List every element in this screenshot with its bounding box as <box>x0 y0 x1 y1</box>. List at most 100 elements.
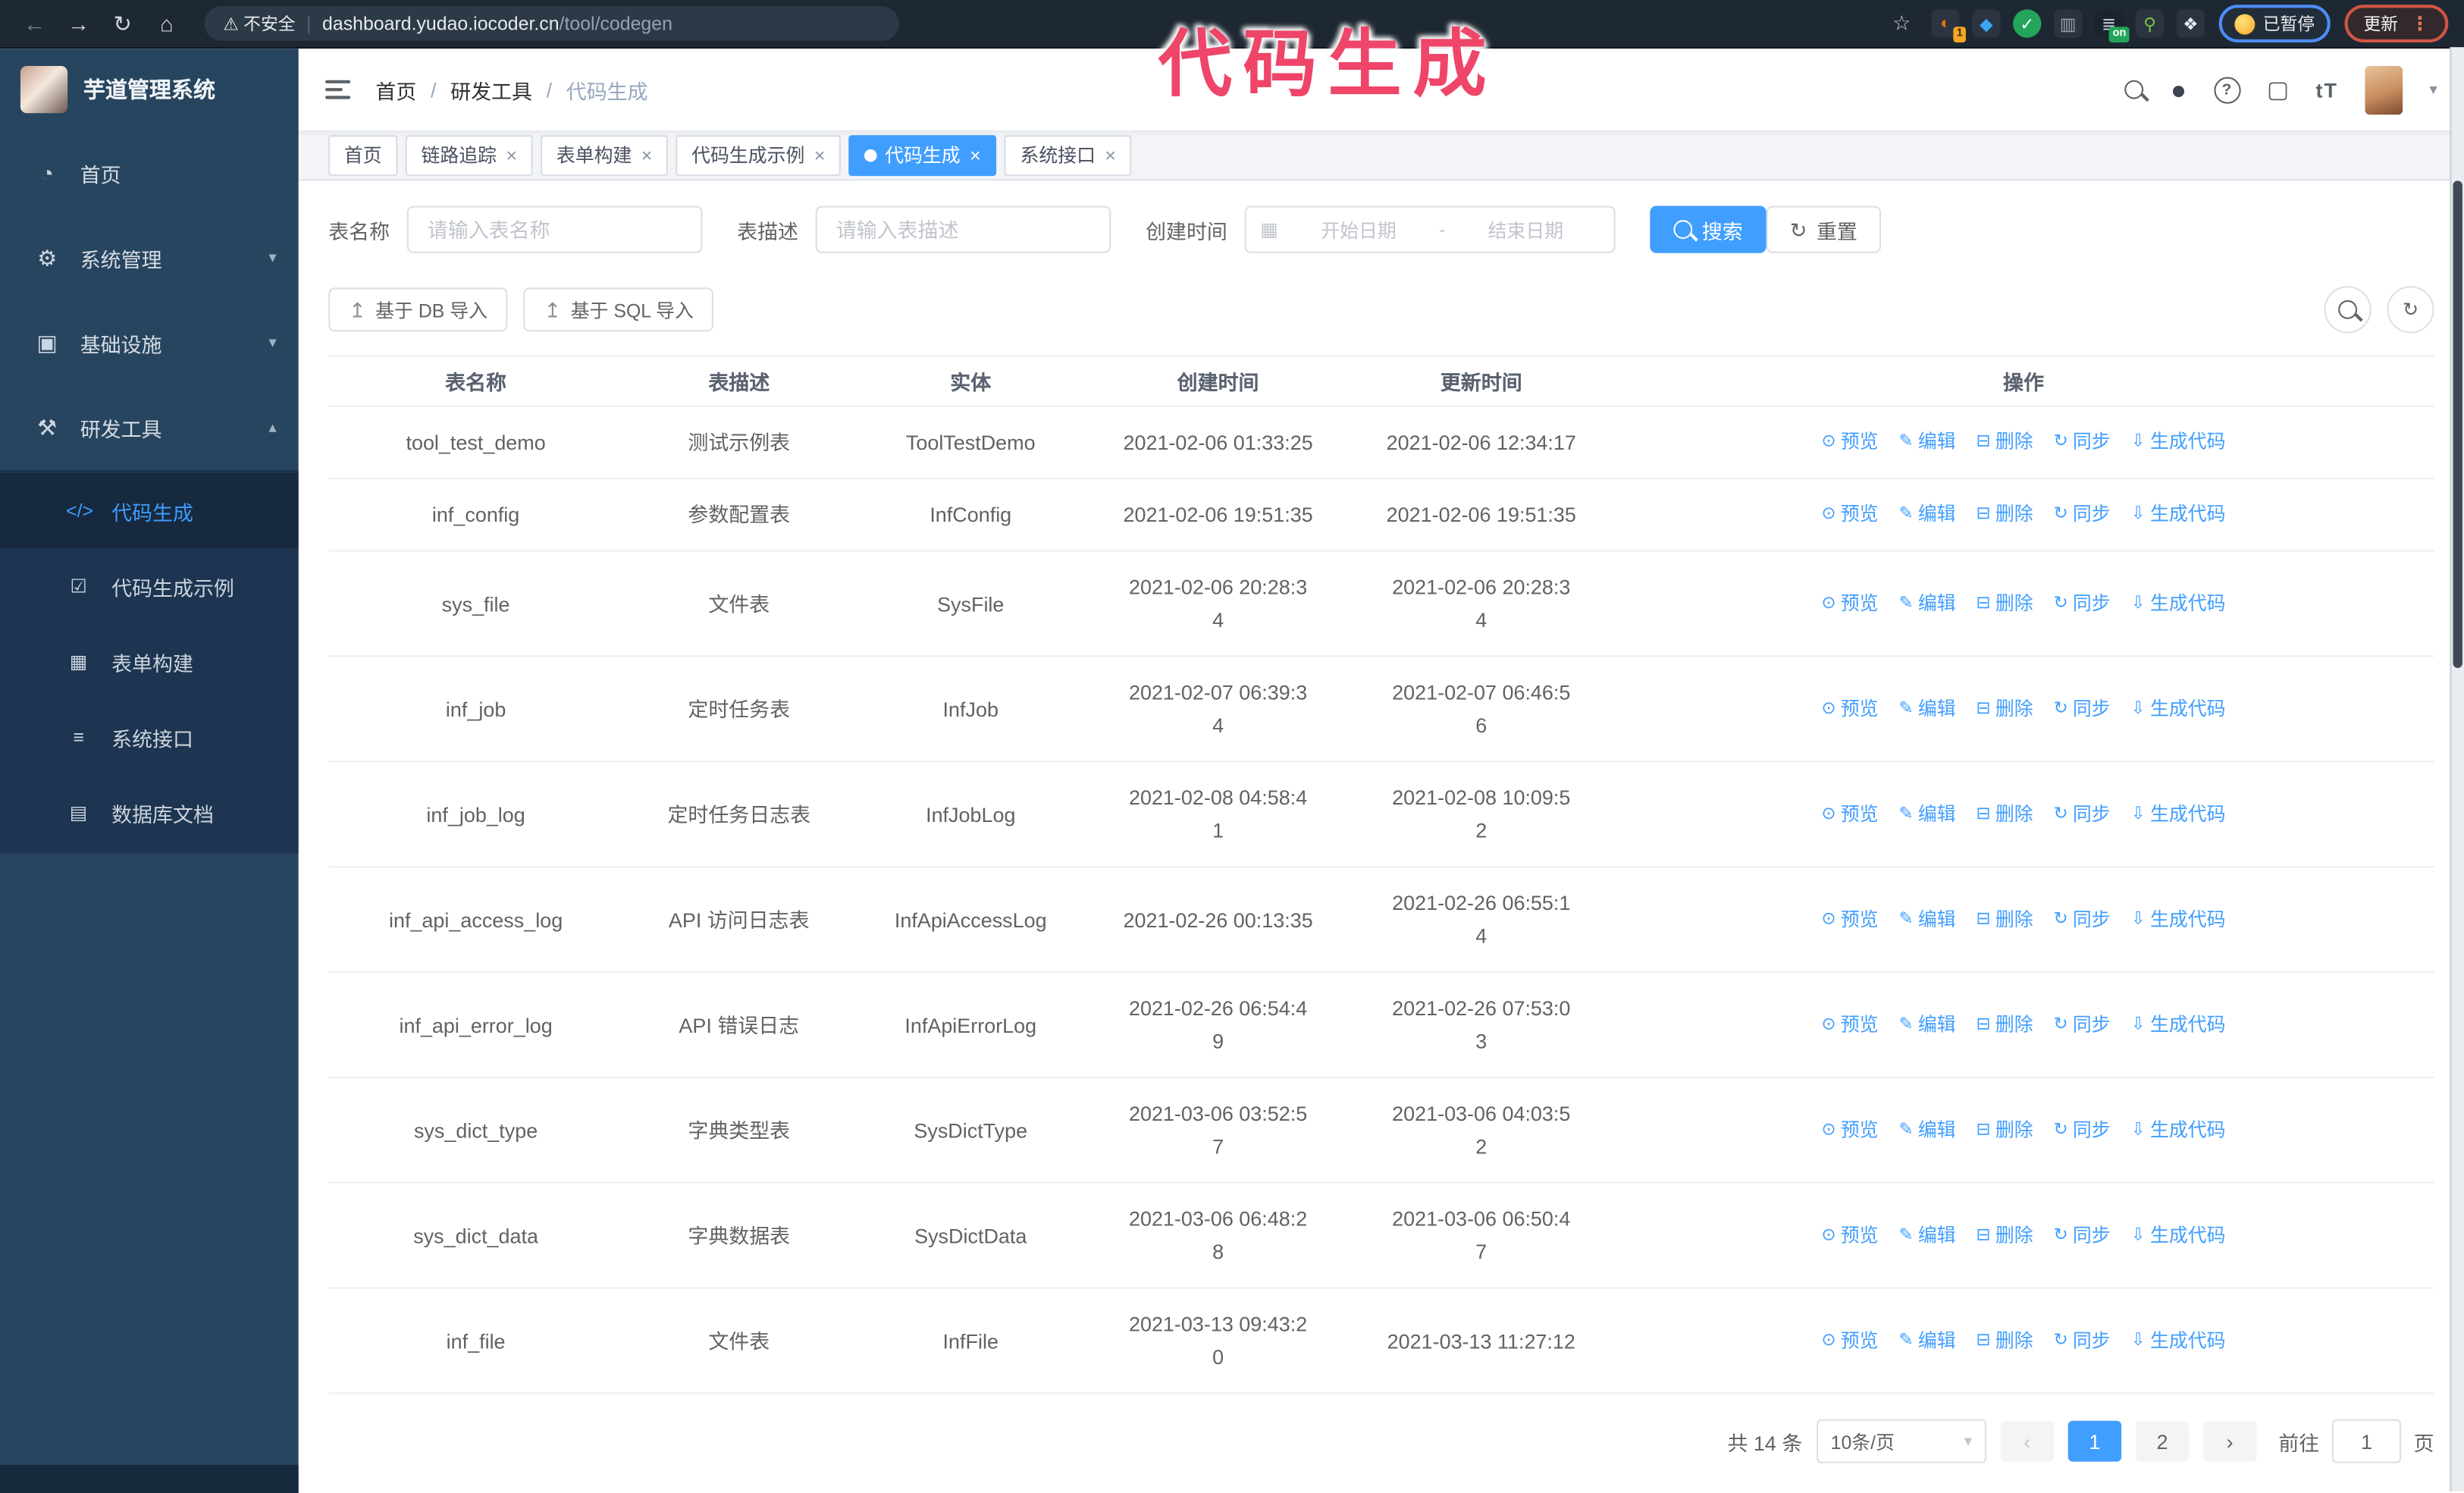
generate-code-link[interactable]: ⇩ 生成代码 <box>2131 903 2226 936</box>
user-avatar[interactable] <box>2365 65 2403 114</box>
generate-code-link[interactable]: ⇩ 生成代码 <box>2131 498 2226 532</box>
delete-link[interactable]: ⊟ 删除 <box>1977 1324 2033 1357</box>
generate-code-link[interactable]: ⇩ 生成代码 <box>2131 1219 2226 1252</box>
security-warning[interactable]: ⚠ 不安全 <box>223 11 295 36</box>
tab-system-api[interactable]: 系统接口 × <box>1004 134 1132 176</box>
delete-link[interactable]: ⊟ 删除 <box>1977 498 2033 532</box>
breadcrumb-devtools[interactable]: 研发工具 <box>450 74 532 104</box>
edit-link[interactable]: ✎ 编辑 <box>1899 903 1956 936</box>
dark-extension-icon[interactable]: ≣ on <box>2094 9 2130 42</box>
toggle-search-button[interactable] <box>2324 286 2372 334</box>
sidebar-collapse-bar[interactable] <box>0 1464 299 1493</box>
github-icon[interactable]: ● <box>2171 77 2187 103</box>
sidebar-item-home[interactable]: ◔ 首页 <box>0 130 299 215</box>
close-icon[interactable]: × <box>814 144 826 166</box>
close-icon[interactable]: × <box>1105 144 1116 166</box>
sidebar-subitem-system-api[interactable]: ≡ 系统接口 <box>0 699 299 774</box>
close-icon[interactable]: × <box>641 144 653 166</box>
preview-link[interactable]: ⊙ 预览 <box>1821 1114 1878 1147</box>
hamburger-icon[interactable] <box>325 80 351 99</box>
sync-link[interactable]: ↻ 同步 <box>2054 1324 2111 1357</box>
sidebar-item-infra[interactable]: ▣ 基础设施 ▾ <box>0 300 299 385</box>
address-bar[interactable]: ⚠ 不安全 | dashboard.yudao.iocoder.cn/tool/… <box>204 6 899 41</box>
sidebar-item-system[interactable]: ⚙ 系统管理 ▾ <box>0 215 299 300</box>
edit-link[interactable]: ✎ 编辑 <box>1899 587 1956 620</box>
table-desc-input[interactable] <box>815 205 1111 253</box>
sync-link[interactable]: ↻ 同步 <box>2054 498 2111 532</box>
browser-back-icon[interactable]: ← <box>16 0 54 47</box>
green-check-extension-icon[interactable]: ✓ <box>2013 9 2042 38</box>
puzzle-extension-icon[interactable]: ❖ <box>2176 9 2205 38</box>
profile-chip[interactable]: 已暂停 <box>2218 5 2331 42</box>
app-logo-row[interactable]: 芋道管理系统 <box>0 49 299 130</box>
sidebar-subitem-db-doc[interactable]: ▤ 数据库文档 <box>0 775 299 850</box>
edit-link[interactable]: ✎ 编辑 <box>1899 692 1956 726</box>
tab-form-build[interactable]: 表单构建 × <box>541 134 669 176</box>
page-button-2[interactable]: 2 <box>2135 1420 2190 1462</box>
sync-link[interactable]: ↻ 同步 <box>2054 1219 2111 1252</box>
preview-link[interactable]: ⊙ 预览 <box>1821 426 1878 460</box>
import-db-button[interactable]: ↥ 基于 DB 导入 <box>328 287 509 332</box>
page-scrollbar[interactable] <box>2450 47 2464 1491</box>
generate-code-link[interactable]: ⇩ 生成代码 <box>2131 798 2226 831</box>
sidebar-subitem-form-build[interactable]: ▦ 表单构建 <box>0 624 299 699</box>
sync-link[interactable]: ↻ 同步 <box>2054 587 2111 620</box>
tab-home[interactable]: 首页 <box>328 134 398 176</box>
sidebar-subitem-codegen-demo[interactable]: ☑ 代码生成示例 <box>0 548 299 623</box>
page-button-1[interactable]: 1 <box>2067 1420 2122 1462</box>
generate-code-link[interactable]: ⇩ 生成代码 <box>2131 1324 2226 1357</box>
preview-link[interactable]: ⊙ 预览 <box>1821 798 1878 831</box>
preview-link[interactable]: ⊙ 预览 <box>1821 1219 1878 1252</box>
preview-link[interactable]: ⊙ 预览 <box>1821 903 1878 936</box>
delete-link[interactable]: ⊟ 删除 <box>1977 1008 2033 1042</box>
page-size-select[interactable]: 10条/页 ▾ <box>1816 1419 1986 1463</box>
delete-link[interactable]: ⊟ 删除 <box>1977 692 2033 726</box>
refresh-button[interactable]: ↻ <box>2387 286 2434 334</box>
tab-codegen[interactable]: 代码生成 × <box>848 134 997 176</box>
delete-link[interactable]: ⊟ 删除 <box>1977 1114 2033 1147</box>
import-sql-button[interactable]: ↥ 基于 SQL 导入 <box>523 287 714 332</box>
generate-code-link[interactable]: ⇩ 生成代码 <box>2131 692 2226 726</box>
edit-link[interactable]: ✎ 编辑 <box>1899 1114 1956 1147</box>
table-name-input[interactable] <box>406 205 703 253</box>
delete-link[interactable]: ⊟ 删除 <box>1977 903 2033 936</box>
breadcrumb-home[interactable]: 首页 <box>375 74 416 104</box>
fullscreen-icon[interactable]: ▢ <box>2267 75 2289 104</box>
generate-code-link[interactable]: ⇩ 生成代码 <box>2131 426 2226 460</box>
next-page-button[interactable]: › <box>2202 1420 2257 1462</box>
search-icon[interactable] <box>2124 80 2144 99</box>
sync-link[interactable]: ↻ 同步 <box>2054 1114 2111 1147</box>
generate-code-link[interactable]: ⇩ 生成代码 <box>2131 587 2226 620</box>
scrollbar-thumb[interactable] <box>2453 180 2462 668</box>
edit-link[interactable]: ✎ 编辑 <box>1899 498 1956 532</box>
tab-codegen-demo[interactable]: 代码生成示例 × <box>676 134 842 176</box>
edit-link[interactable]: ✎ 编辑 <box>1899 1219 1956 1252</box>
sync-link[interactable]: ↻ 同步 <box>2054 692 2111 726</box>
font-size-icon[interactable]: tT <box>2316 78 2339 102</box>
delete-link[interactable]: ⊟ 删除 <box>1977 1219 2033 1252</box>
sync-link[interactable]: ↻ 同步 <box>2054 426 2111 460</box>
sliders-extension-icon[interactable]: ▥ <box>2054 9 2083 38</box>
prev-page-button[interactable]: ‹ <box>2000 1420 2054 1462</box>
browser-forward-icon[interactable]: → <box>60 0 98 47</box>
preview-link[interactable]: ⊙ 预览 <box>1821 587 1878 620</box>
help-icon[interactable]: ? <box>2213 76 2240 103</box>
goto-page-input[interactable] <box>2331 1419 2402 1463</box>
orange-extension-icon[interactable]: ◐ 1 <box>1931 9 1966 42</box>
delete-link[interactable]: ⊟ 删除 <box>1977 426 2033 460</box>
chevron-down-icon[interactable]: ▾ <box>2429 81 2437 99</box>
generate-code-link[interactable]: ⇩ 生成代码 <box>2131 1008 2226 1042</box>
key-extension-icon[interactable]: ⚲ <box>2135 9 2165 38</box>
generate-code-link[interactable]: ⇩ 生成代码 <box>2131 1114 2226 1147</box>
edit-link[interactable]: ✎ 编辑 <box>1899 1324 1956 1357</box>
close-icon[interactable]: × <box>970 144 981 166</box>
sync-link[interactable]: ↻ 同步 <box>2054 1008 2111 1042</box>
blue-gem-extension-icon[interactable]: ◆ <box>1972 9 2001 38</box>
browser-home-icon[interactable]: ⌂ <box>148 0 186 47</box>
edit-link[interactable]: ✎ 编辑 <box>1899 426 1956 460</box>
sync-link[interactable]: ↻ 同步 <box>2054 903 2111 936</box>
browser-update-button[interactable]: 更新 ⋮ <box>2344 5 2449 42</box>
reset-button[interactable]: ↻ 重置 <box>1766 205 1881 253</box>
preview-link[interactable]: ⊙ 预览 <box>1821 692 1878 726</box>
sidebar-subitem-codegen[interactable]: </> 代码生成 <box>0 472 299 549</box>
